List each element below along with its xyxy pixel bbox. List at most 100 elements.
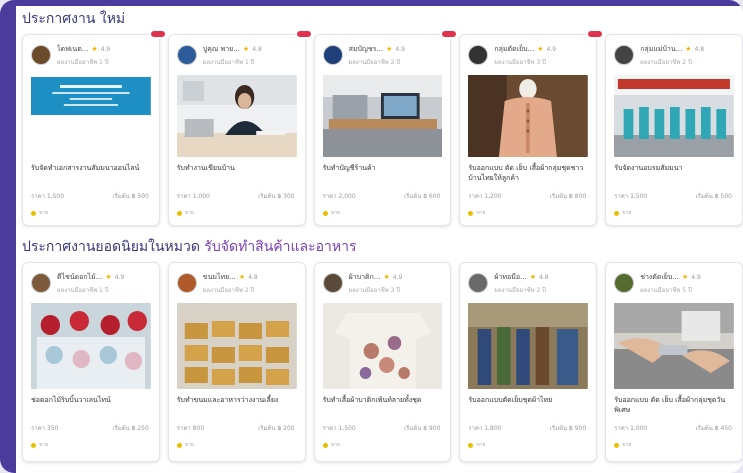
job-meta: ราคา 1,200 เริ่มต้น ฿ 800 [460, 187, 596, 201]
section-category-link[interactable]: รับจัดทำสินค้าและอาหาร [204, 239, 356, 255]
hot-badge [294, 29, 313, 39]
seller-header[interactable]: ปูคุณ พาย... ★ 4.8 ผลงานมืออาชีพ 1 ปี [169, 35, 305, 69]
job-card[interactable]: ไดฟเนต... ★ 4.9 ผลงานมืออาชีพ 1 ปี รับจั… [22, 29, 167, 226]
job-starting-price: เริ่มต้น ฿ 900 [549, 425, 587, 432]
job-price: ราคา 800 [176, 425, 205, 432]
job-title[interactable]: รับออกแบบ ตัด เย็บ เสื้อผ้ากลุ่มชุดชาวบ้… [460, 157, 596, 187]
star-icon: ★ [386, 45, 393, 53]
status-dot-icon [614, 442, 620, 448]
avatar[interactable] [614, 45, 635, 65]
section-title-text: ประกาศงานยอดนิยมในหมวด [22, 239, 205, 255]
job-price: ราคา 1,000 [176, 193, 210, 200]
job-card[interactable]: ผ้าทอมือ... ★ 4.8 ผลงานมืออาชีพ 2 ปี รับ… [459, 262, 598, 462]
job-starting-price: เริ่มต้น ฿ 800 [549, 193, 587, 200]
section-title: ประกาศงาน ใหม่ [22, 8, 743, 30]
seller-rating: 4.9 [114, 273, 125, 281]
avatar[interactable] [468, 273, 489, 293]
job-title[interactable]: รับทำบัญชีร้านค้า [315, 157, 451, 187]
job-thumbnail[interactable] [614, 303, 734, 389]
avatar[interactable] [468, 45, 489, 65]
job-card[interactable]: สมบัญชร... ★ 4.9 ผลงานมืออาชีพ 2 ปี รับท… [313, 29, 459, 226]
seller-header[interactable]: ขนมไทย... ★ 4.8 ผลงานมืออาชีพ 2 ปี [169, 263, 305, 297]
job-thumbnail[interactable] [614, 75, 734, 157]
status-dot-icon [176, 442, 182, 448]
avatar[interactable] [31, 273, 51, 293]
job-title[interactable]: รับจัดทำเอกสารงานสัมมนาออนไลน์ [23, 157, 159, 187]
job-thumbnail[interactable] [468, 75, 589, 157]
seller-rating: 4.9 [100, 45, 111, 53]
avatar[interactable] [176, 45, 197, 65]
seller-name: ดีไซน์ดอกไม้... [57, 272, 103, 281]
job-card[interactable]: กลุ่มแม่บ้าน...★4.8 ผลงานมืออาชีพ 2 ปี [605, 34, 743, 226]
seller-rating: 4.8 [539, 273, 549, 281]
seller-name: กลุ่มตัดเย็บ... [494, 44, 535, 53]
job-thumbnail[interactable] [468, 303, 589, 389]
job-card[interactable]: ดีไซน์ดอกไม้...★4.9 ผลงานมืออาชีพ 1 ปี [22, 262, 160, 462]
avatar[interactable] [31, 45, 51, 65]
job-price: ราคา 1,800 [468, 425, 502, 432]
job-footer: ขาย [23, 433, 159, 449]
job-meta: ราคา 1,000 เริ่มต้น ฿ 300 [169, 187, 305, 201]
status-dot-icon [322, 442, 328, 448]
job-meta: ราคา 1,500 เริ่มต้น ฿ 900 [315, 419, 451, 433]
seller-header[interactable]: ดีไซน์ดอกไม้... ★ 4.9 ผลงานมืออาชีพ 1 ปี [23, 263, 159, 297]
job-meta: ราคา 1,800 เริ่มต้น ฿ 900 [460, 419, 596, 433]
status-dot-icon [322, 210, 328, 216]
seller-subtitle: ผลงานมืออาชีพ 2 ปี [348, 58, 401, 66]
job-card[interactable]: ขนมไทย... ★ 4.8 ผลงานมืออาชีพ 2 ปี รับทำ… [167, 262, 306, 462]
hot-badge [148, 29, 167, 39]
avatar[interactable] [614, 273, 635, 293]
job-thumbnail[interactable] [322, 75, 443, 157]
job-footer-text: ขาย [184, 210, 194, 216]
job-thumbnail[interactable] [31, 75, 151, 157]
job-title[interactable]: รับจัดงานอบรมสัมมนา [606, 157, 742, 187]
seller-header[interactable]: ไดฟเนต... ★ 4.9 ผลงานมืออาชีพ 1 ปี [23, 35, 159, 69]
star-icon: ★ [91, 45, 98, 53]
job-card[interactable]: ช่างตัดเย็บ...★4.9 ผลงานมืออาชีพ 5 ปี [605, 262, 743, 462]
avatar[interactable] [322, 45, 343, 65]
job-thumbnail[interactable] [31, 303, 151, 389]
seller-subtitle: ผลงานมืออาชีพ 3 ปี [494, 58, 546, 66]
seller-header[interactable]: กลุ่มตัดเย็บ... ★ 4.9 ผลงานมืออาชีพ 3 ปี [460, 35, 596, 69]
seller-subtitle: ผลงานมืออาชีพ 1 ปี [57, 286, 109, 294]
job-starting-price: เริ่มต้น ฿ 450 [695, 425, 732, 432]
job-footer: ขาย [315, 433, 451, 449]
seller-header[interactable]: กลุ่มแม่บ้าน... ★ 4.8 ผลงานมืออาชีพ 2 ปี [606, 35, 742, 69]
job-title[interactable]: รับทำเสื้อผ้าบาติกเพ้นท์ลายทั้งชุด [315, 389, 451, 419]
seller-header[interactable]: ผ้าทอมือ... ★ 4.8 ผลงานมืออาชีพ 2 ปี [460, 263, 596, 297]
avatar[interactable] [322, 273, 343, 293]
job-footer: ขาย [315, 201, 451, 217]
seller-header[interactable]: ช่างตัดเย็บ... ★ 4.9 ผลงานมืออาชีพ 5 ปี [606, 263, 742, 297]
job-title[interactable]: รับออกแบบ ตัด เย็บ เสื้อผ้ากลุ่มชุดวันพิ… [606, 389, 742, 419]
job-card[interactable]: กลุ่มตัดเย็บ...★4.9 ผลงานมืออาชีพ 3 ปี [459, 29, 605, 226]
job-card[interactable]: ผ้าบาติก... ★ 4.9 ผลงานมืออาชีพ 3 ปี รับ… [313, 262, 452, 462]
seller-header[interactable]: ผ้าบาติก... ★ 4.9 ผลงานมืออาชีพ 3 ปี [315, 263, 451, 297]
job-meta: ราคา 1,500 เริ่มต้น ฿ 500 [23, 187, 159, 201]
job-meta: ราคา 800 เริ่มต้น ฿ 200 [169, 419, 305, 433]
job-title[interactable]: ช่อดอกไม้ริบบิ้นวาเลนไทน์ [23, 389, 159, 419]
job-footer-text: ขาย [476, 210, 486, 216]
avatar[interactable] [176, 273, 197, 293]
job-footer-text: ขาย [184, 442, 194, 448]
job-thumbnail[interactable] [322, 303, 443, 389]
job-price: ราคา 350 [31, 425, 59, 432]
job-price: ราคา 2,000 [322, 193, 356, 200]
job-card[interactable]: ปูคุณ พาย... ★ 4.8 ผลงานมืออาชีพ 1 ปี รั… [167, 29, 313, 226]
seller-header[interactable]: สมบัญชร... ★ 4.9 ผลงานมืออาชีพ 2 ปี [315, 35, 451, 69]
seller-rating: 4.9 [691, 273, 701, 281]
job-title[interactable]: รับออกแบบตัดเย็บชุดผ้าไทย [460, 389, 596, 419]
seller-name: ปูคุณ พาย... [202, 44, 240, 53]
seller-rating: 4.8 [694, 45, 705, 53]
job-thumbnail[interactable] [176, 75, 297, 157]
seller-rating: 4.8 [248, 273, 258, 281]
job-title[interactable]: รับทำขนมและอาหารว่างงานเลี้ยง [169, 389, 305, 419]
seller-name: ผ้าทอมือ... [494, 272, 527, 281]
seller-subtitle: ผลงานมืออาชีพ 2 ปี [640, 58, 692, 66]
job-footer-text: ขาย [622, 210, 632, 216]
job-starting-price: เริ่มต้น ฿ 500 [695, 193, 732, 200]
job-title[interactable]: รับทำงานเขียนบ้าน [169, 157, 305, 187]
star-icon: ★ [238, 273, 246, 281]
job-footer: ขาย [23, 201, 159, 217]
status-dot-icon [468, 442, 474, 448]
job-thumbnail[interactable] [176, 303, 297, 389]
